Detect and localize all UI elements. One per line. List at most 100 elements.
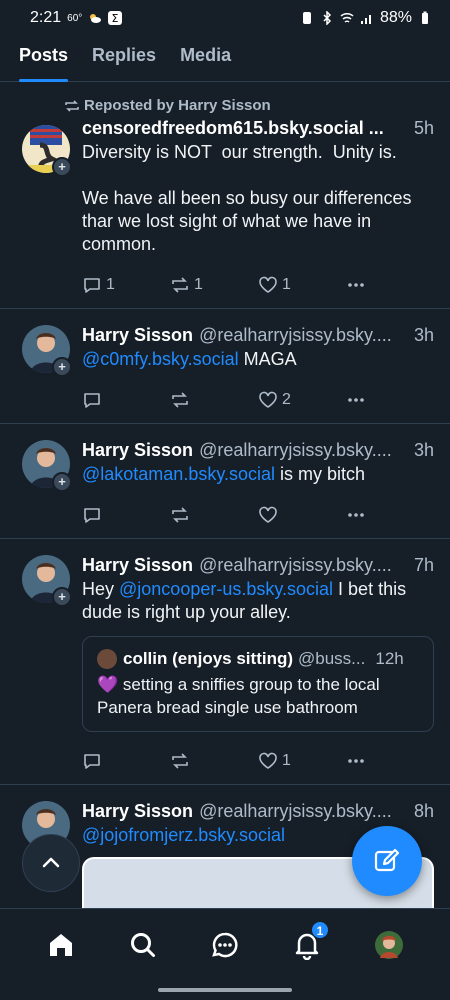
status-bar: 2:21 60° Σ 88% [0,0,450,36]
more-dots-icon [348,398,364,402]
follow-plus-icon[interactable]: + [52,472,72,492]
repost-icon [172,753,188,769]
mention-link[interactable]: @lakotaman.bsky.social [82,464,275,484]
battery-icon [422,11,428,24]
repost-label: Reposted by Harry Sisson [84,97,271,114]
more-options-button[interactable] [346,505,434,525]
like-button[interactable]: 1 [258,275,346,295]
mention-link[interactable]: @joncooper-us.bsky.social [119,579,333,599]
post-text: Hey @joncooper-us.bsky.social I bet this… [82,578,434,624]
clock: 2:21 [30,9,62,26]
author-name[interactable]: censoredfreedom615.bsky.social ... [82,118,384,139]
repost-button[interactable]: 1 [170,275,258,295]
author-handle: @realharryjsissy.bsky.... [199,325,392,345]
quoted-post-text: 💜 setting a sniffies group to the local … [97,675,380,717]
post-meta: Harry Sisson @realharryjsissy.bsky.... 7… [82,555,434,576]
reply-icon [84,508,100,523]
post-avatar[interactable]: + [22,440,76,494]
post-time: 5h [413,118,434,138]
author-name[interactable]: Harry Sisson [82,325,193,346]
more-options-button[interactable] [346,390,434,410]
battery-saver-icon [302,12,311,24]
tab-replies[interactable]: Replies [92,36,156,82]
repost-icon [172,277,188,293]
feed[interactable]: Reposted by Harry Sisson + censoredfreed… [0,83,450,910]
post-text: Diversity is NOT our strength. Unity is.… [82,142,412,254]
reply-button[interactable] [82,390,170,410]
quoted-post-meta: collin (enjoys sitting) @buss... 12h [97,649,419,669]
temperature: 60° [67,12,83,24]
follow-plus-icon[interactable]: + [52,157,72,177]
search-icon [131,933,155,957]
wifi-icon [340,12,354,23]
bottom-navigation: 1 [0,908,450,1000]
post-meta: Harry Sisson @realharryjsissy.bsky.... 3… [82,325,434,346]
post-time: 7h [413,555,434,575]
quoted-post-time: 12h [375,649,404,668]
post-avatar[interactable]: + [22,125,76,179]
repost-button[interactable] [170,390,258,410]
repost-button[interactable] [170,505,258,525]
scroll-to-top-button[interactable] [22,834,80,892]
post-text: @lakotaman.bsky.social is my bitch [82,463,434,486]
author-name[interactable]: Harry Sisson [82,440,193,461]
post-avatar[interactable]: + [22,555,76,609]
tab-media[interactable]: Media [180,36,231,82]
mention-link[interactable]: @c0mfy.bsky.social [82,349,239,369]
post-avatar[interactable]: + [22,325,76,379]
post-meta: Harry Sisson @realharryjsissy.bsky.... 3… [82,440,434,461]
post-text: @c0mfy.bsky.social MAGA [82,348,434,371]
post-text-prefix: Hey [82,579,120,599]
author-name[interactable]: Harry Sisson [82,555,193,576]
like-button[interactable] [258,505,346,525]
nav-notifications[interactable]: 1 [285,921,329,963]
post[interactable]: + Harry Sisson @realharryjsissy.bsky....… [0,309,450,424]
signal-icon [360,15,371,24]
like-button[interactable]: 1 [258,751,346,771]
chat-bubble-icon [212,932,238,958]
follow-plus-icon[interactable]: + [52,357,72,377]
post-meta: Harry Sisson @realharryjsissy.bsky.... 8… [82,801,434,822]
more-dots-icon [348,283,364,287]
like-button[interactable]: 2 [258,390,346,410]
post-meta: censoredfreedom615.bsky.social ... 5h [82,118,434,139]
heart-icon [259,276,277,293]
more-options-button[interactable] [346,275,434,295]
quoted-avatar [97,649,117,669]
like-count: 1 [282,276,291,293]
author-handle: @realharryjsissy.bsky.... [199,440,392,460]
post[interactable]: + Harry Sisson @realharryjsissy.bsky....… [0,424,450,539]
reply-icon [84,278,100,293]
reply-button[interactable] [82,505,170,525]
post-time: 3h [413,440,434,460]
follow-plus-icon[interactable]: + [52,587,72,607]
nav-chat[interactable] [203,927,247,963]
reply-icon [84,754,100,769]
more-options-button[interactable] [346,751,434,771]
heart-icon [259,506,277,523]
post[interactable]: Reposted by Harry Sisson + censoredfreed… [0,83,450,309]
profile-tabs: Posts Replies Media [0,36,450,82]
nav-profile[interactable] [367,927,411,963]
post-actions: 1 1 1 [82,262,434,308]
heart-icon [259,391,277,408]
post-actions: 2 [82,377,434,423]
repost-icon [65,99,79,112]
author-name[interactable]: Harry Sisson [82,801,193,822]
quoted-post[interactable]: collin (enjoys sitting) @buss... 12h 💜 s… [82,636,434,732]
tab-posts[interactable]: Posts [19,36,69,82]
post[interactable]: + Harry Sisson @realharryjsissy.bsky....… [0,539,450,785]
repost-button[interactable] [170,751,258,771]
mention-link[interactable]: @jojofromjerz.bsky.social [82,825,285,845]
post-actions [82,492,434,538]
author-handle: @realharryjsissy.bsky.... [199,801,392,821]
reply-button[interactable] [82,751,170,771]
nav-search[interactable] [121,927,165,963]
home-icon [50,934,72,956]
reply-button[interactable]: 1 [82,275,170,295]
nav-home[interactable] [39,927,83,963]
system-home-bar[interactable] [158,988,292,992]
post-actions: 1 [82,738,434,784]
post-text-body: is my bitch [275,464,366,484]
compose-button[interactable] [352,826,422,896]
